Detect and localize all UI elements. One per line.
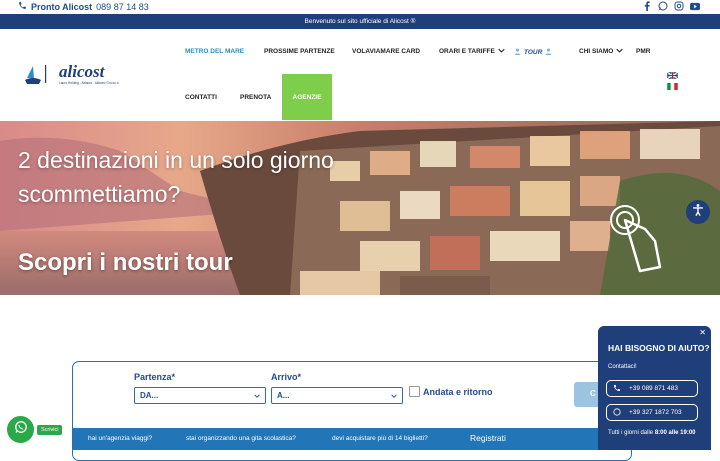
facebook-icon[interactable] <box>642 1 652 11</box>
nav-prenota[interactable]: PRENOTA <box>240 94 271 101</box>
close-icon[interactable]: ✕ <box>699 328 706 337</box>
user-icon <box>545 48 552 57</box>
welcome-text: Benvenuto sul sito ufficiale di Alicost … <box>304 18 416 25</box>
nav-volaviamare-card[interactable]: VOLAVIAMARE CARD <box>352 48 420 55</box>
arrival-select[interactable]: A... <box>271 387 403 404</box>
help-phone-button[interactable]: +39 089 871 483 <box>606 380 698 397</box>
nav-chi-siamo[interactable]: CHI SIAMO <box>579 48 623 55</box>
youtube-icon[interactable] <box>690 1 700 11</box>
phone-icon <box>18 1 27 12</box>
agency-link[interactable]: hai un'agenzia viaggi? <box>88 435 152 442</box>
school-trip-link[interactable]: stai organizzando una gita scolastica? <box>186 435 296 442</box>
svg-text:alicost: alicost <box>59 62 106 81</box>
chevron-down-icon <box>616 48 623 55</box>
roundtrip-label: Andata e ritorno <box>423 387 493 397</box>
help-whatsapp-button[interactable]: +39 327 1872 703 <box>606 404 698 421</box>
hero-cta-tour[interactable]: Scopri i nostri tour <box>18 249 233 277</box>
help-hours: Tutti i giorni dalle 8:00 alle 19:00 <box>608 430 696 436</box>
departure-select[interactable]: DA... <box>134 387 266 404</box>
help-title: HAI BISOGNO DI AIUTO? <box>608 343 710 353</box>
welcome-banner: Benvenuto sul sito ufficiale di Alicost … <box>0 14 720 29</box>
whatsapp-icon[interactable] <box>658 1 668 11</box>
flag-english-icon[interactable] <box>666 66 679 80</box>
flag-italian-icon[interactable] <box>667 77 678 90</box>
accessibility-button[interactable] <box>686 200 710 224</box>
chevron-down-icon <box>498 48 505 55</box>
nav-prossime-partenze[interactable]: PROSSIME PARTENZE <box>264 48 335 55</box>
svg-text:Lauro Holding - Alilauro - Ali: Lauro Holding - Alilauro - Alilauro Gru.… <box>59 81 120 85</box>
nav-tour[interactable]: TOUR <box>514 48 552 57</box>
nav-pmr[interactable]: PMR <box>636 48 650 55</box>
whatsapp-icon <box>14 420 28 439</box>
chevron-down-icon <box>391 391 397 400</box>
nav-contatti[interactable]: CONTATTI <box>185 94 217 101</box>
phone-label: Pronto Alicost <box>31 1 93 12</box>
bulk-tickets-link[interactable]: devi acquistare più di 14 biglietti? <box>332 435 428 442</box>
whatsapp-icon <box>613 407 621 418</box>
whatsapp-chat-label[interactable]: Scrivici <box>37 425 63 435</box>
phone-link[interactable]: Pronto Alicost 089 87 14 83 <box>18 1 149 12</box>
nav-orari-tariffe[interactable]: ORARI E TARIFFE <box>439 48 505 55</box>
site-logo[interactable]: alicost Lauro Holding - Alilauro - Alila… <box>25 62 145 90</box>
chevron-down-icon <box>254 391 260 400</box>
register-link[interactable]: Registrati <box>470 433 506 443</box>
roundtrip-checkbox[interactable] <box>409 386 420 397</box>
nav-agenzie[interactable]: AGENZIE <box>282 74 332 120</box>
instagram-icon[interactable] <box>674 1 684 11</box>
arrival-label: Arrivo* <box>271 372 302 382</box>
departure-label: Partenza* <box>134 372 176 382</box>
accessibility-icon <box>691 203 705 222</box>
help-widget: ✕ HAI BISOGNO DI AIUTO? Contattaci! +39 … <box>598 326 711 450</box>
logo-graphic: alicost Lauro Holding - Alilauro - Alila… <box>25 62 120 85</box>
top-bar: Pronto Alicost 089 87 14 83 <box>0 0 720 14</box>
help-subtitle: Contattaci! <box>608 364 637 370</box>
phone-icon <box>613 384 621 394</box>
nav-metro-del-mare[interactable]: METRO DEL MARE <box>185 48 244 55</box>
whatsapp-chat-button[interactable] <box>7 416 34 443</box>
hero-title: 2 destinazioni in un solo giorno scommet… <box>18 147 334 207</box>
user-icon <box>514 48 521 57</box>
phone-number: 089 87 14 83 <box>96 1 149 12</box>
social-links <box>642 1 700 11</box>
